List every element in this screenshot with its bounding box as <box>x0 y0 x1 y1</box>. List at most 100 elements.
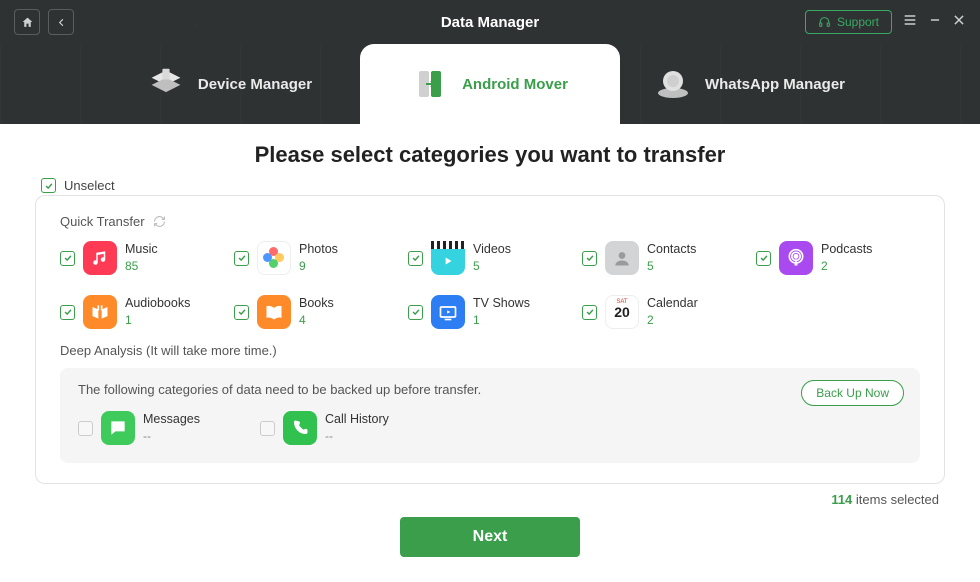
next-label: Next <box>473 528 508 545</box>
category-callhistory[interactable]: Call History -- <box>260 411 389 445</box>
category-contacts-checkbox[interactable] <box>582 251 597 266</box>
category-audiobooks-checkbox[interactable] <box>60 305 75 320</box>
whatsapp-manager-icon <box>655 66 691 102</box>
check-icon <box>63 253 73 263</box>
quick-transfer-title: Quick Transfer <box>60 214 920 229</box>
category-photos-count: 9 <box>299 259 338 273</box>
support-button[interactable]: Support <box>805 10 892 34</box>
tab-android-mover[interactable]: Android Mover <box>360 44 620 124</box>
podcasts-icon <box>779 241 813 275</box>
quick-transfer-label: Quick Transfer <box>60 214 145 229</box>
category-audiobooks[interactable]: Audiobooks1 <box>60 295 224 329</box>
category-calendar-checkbox[interactable] <box>582 305 597 320</box>
messages-icon <box>101 411 135 445</box>
category-messages-count: -- <box>143 429 200 443</box>
category-videos[interactable]: Videos 5 <box>408 241 572 275</box>
headset-icon <box>818 16 831 29</box>
unselect-row: Unselect <box>41 178 945 193</box>
menu-icon <box>902 12 918 28</box>
photos-icon <box>257 241 291 275</box>
check-icon <box>44 181 54 191</box>
category-books-label: Books <box>299 297 334 311</box>
audiobooks-icon <box>83 295 117 329</box>
contacts-icon <box>605 241 639 275</box>
category-calendar[interactable]: SAT 20 Calendar 2 <box>582 295 746 329</box>
backup-now-button[interactable]: Back Up Now <box>801 380 904 406</box>
category-callhistory-checkbox[interactable] <box>260 421 275 436</box>
unselect-label: Unselect <box>64 178 115 193</box>
home-button[interactable] <box>14 9 40 35</box>
check-icon <box>585 253 595 263</box>
category-messages-label: Messages <box>143 413 200 427</box>
videos-icon <box>431 241 465 275</box>
category-audiobooks-count: 1 <box>125 313 190 327</box>
refresh-icon[interactable] <box>153 215 166 228</box>
unselect-checkbox[interactable] <box>41 178 56 193</box>
back-button[interactable] <box>48 9 74 35</box>
category-music-checkbox[interactable] <box>60 251 75 266</box>
tvshows-icon <box>431 295 465 329</box>
category-contacts-label: Contacts <box>647 243 696 257</box>
category-messages-checkbox[interactable] <box>78 421 93 436</box>
title-bar: Data Manager Support <box>0 0 980 44</box>
titlebar-left <box>14 9 74 35</box>
android-mover-icon <box>412 66 448 102</box>
category-podcasts-count: 2 <box>821 259 872 273</box>
minimize-button[interactable] <box>928 13 942 32</box>
category-tvshows-label: TV Shows <box>473 297 530 311</box>
close-button[interactable] <box>952 13 966 32</box>
category-photos[interactable]: Photos9 <box>234 241 398 275</box>
tab-whatsapp-manager-label: WhatsApp Manager <box>705 76 845 93</box>
category-videos-checkbox[interactable] <box>408 251 423 266</box>
books-icon <box>257 295 291 329</box>
category-callhistory-label: Call History <box>325 413 389 427</box>
deep-note: The following categories of data need to… <box>78 382 902 397</box>
category-messages[interactable]: Messages -- <box>78 411 200 445</box>
titlebar-right: Support <box>805 10 966 34</box>
device-manager-icon <box>148 66 184 102</box>
category-tvshows-count: 1 <box>473 313 530 327</box>
nav-bar: Device Manager Android Mover WhatsApp Ma… <box>0 44 980 124</box>
tab-whatsapp-manager[interactable]: WhatsApp Manager <box>620 44 880 124</box>
category-music[interactable]: Music 85 <box>60 241 224 275</box>
category-photos-checkbox[interactable] <box>234 251 249 266</box>
category-music-label: Music <box>125 243 158 257</box>
calendar-icon: SAT 20 <box>605 295 639 329</box>
check-icon <box>411 253 421 263</box>
category-books[interactable]: Books4 <box>234 295 398 329</box>
callhistory-icon <box>283 411 317 445</box>
category-podcasts-label: Podcasts <box>821 243 872 257</box>
category-calendar-count: 2 <box>647 313 698 327</box>
tab-device-manager[interactable]: Device Manager <box>100 44 360 124</box>
tab-android-mover-label: Android Mover <box>462 76 568 93</box>
main-content: Please select categories you want to tra… <box>0 124 980 557</box>
backup-now-label: Back Up Now <box>816 386 889 400</box>
category-podcasts-checkbox[interactable] <box>756 251 771 266</box>
category-books-checkbox[interactable] <box>234 305 249 320</box>
minimize-icon <box>928 13 942 27</box>
check-icon <box>759 253 769 263</box>
selected-count: 114 <box>831 492 852 507</box>
category-podcasts[interactable]: Podcasts 2 <box>756 241 920 275</box>
category-callhistory-count: -- <box>325 429 389 443</box>
calendar-weekday: SAT <box>606 299 638 305</box>
deep-analysis-title: Deep Analysis (It will take more time.) <box>60 343 920 358</box>
category-tvshows-checkbox[interactable] <box>408 305 423 320</box>
category-videos-count: 5 <box>473 259 511 273</box>
next-button[interactable]: Next <box>400 517 580 557</box>
deep-items: Messages -- Call History -- <box>78 411 902 445</box>
category-music-count: 85 <box>125 259 158 273</box>
category-videos-label: Videos <box>473 243 511 257</box>
selected-suffix: items selected <box>852 492 939 507</box>
category-panel: Quick Transfer Music 85 Photos9 Videos 5 <box>35 195 945 484</box>
calendar-day: 20 <box>614 304 630 320</box>
category-calendar-label: Calendar <box>647 297 698 311</box>
page-heading: Please select categories you want to tra… <box>35 142 945 168</box>
category-contacts[interactable]: Contacts5 <box>582 241 746 275</box>
category-tvshows[interactable]: TV Shows 1 <box>408 295 572 329</box>
music-icon <box>83 241 117 275</box>
check-icon <box>411 307 421 317</box>
deep-analysis-box: The following categories of data need to… <box>60 368 920 463</box>
category-grid: Music 85 Photos9 Videos 5 Contacts5 <box>60 241 920 329</box>
menu-button[interactable] <box>902 12 918 33</box>
